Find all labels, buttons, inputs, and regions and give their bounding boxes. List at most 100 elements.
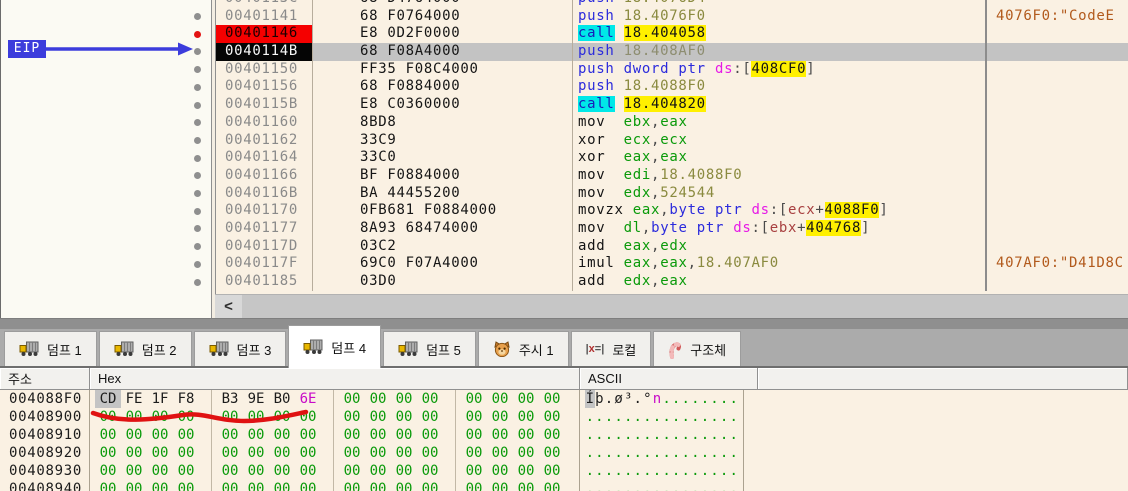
hex-byte[interactable]: 00 [95,480,121,491]
ascii-char[interactable]: . [633,480,643,491]
breakpoint-dot[interactable] [194,260,201,268]
ascii-char[interactable]: . [671,462,681,480]
ascii-char[interactable]: . [652,480,662,491]
hex-byte[interactable]: 00 [243,462,269,480]
ascii-char[interactable]: . [671,390,681,408]
breakpoint-dot[interactable] [194,190,201,197]
ascii-char[interactable]: . [585,462,595,480]
disasm-row[interactable]: 00401185 03D0 add edx,eax [216,273,1128,291]
hex-byte[interactable]: 00 [365,426,391,444]
hex-byte[interactable]: 00 [417,426,443,444]
hex-byte[interactable]: 00 [243,480,269,491]
hex-byte[interactable]: 00 [121,426,147,444]
ascii-char[interactable]: . [719,390,729,408]
hex-byte[interactable]: 00 [173,462,199,480]
horizontal-scrollbar[interactable]: < [215,294,1128,318]
ascii-char[interactable]: . [643,480,653,491]
ascii-char[interactable]: . [643,444,653,462]
breakpoint-dot[interactable] [194,207,201,215]
ascii-char[interactable]: . [691,444,701,462]
hex-byte[interactable]: 00 [391,444,417,462]
hex-byte[interactable]: 00 [339,462,365,480]
ascii-char[interactable]: . [595,444,605,462]
ascii-char[interactable]: . [700,408,710,426]
hex-byte[interactable]: 1F [147,390,173,408]
ascii-char[interactable]: . [614,444,624,462]
disasm-row[interactable]: 00401170 0FB681 F0884000 movzx eax,byte pt… [216,202,1128,220]
hex-byte[interactable]: 00 [513,390,539,408]
hex-byte[interactable]: 00 [461,426,487,444]
hex-byte[interactable]: 00 [269,462,295,480]
hex-byte[interactable]: 00 [217,444,243,462]
hex-byte[interactable]: 00 [121,462,147,480]
hex-byte[interactable]: 00 [539,408,565,426]
ascii-char[interactable]: . [691,390,701,408]
tab-로컬[interactable]: |x=| 로컬 [570,331,652,366]
ascii-char[interactable]: . [585,444,595,462]
ascii-char[interactable]: . [662,444,672,462]
hex-byte[interactable]: 00 [269,480,295,491]
hex-byte[interactable]: 00 [147,444,173,462]
tab-덤프-2[interactable]: 덤프 2 [98,331,192,366]
ascii-char[interactable]: . [595,480,605,491]
hex-byte[interactable]: 00 [487,408,513,426]
hex-byte[interactable]: 00 [269,408,295,426]
hex-byte[interactable]: 00 [513,408,539,426]
disasm-row[interactable]: 00401177 8A93 68474000 mov dl,byte ptr ds:… [216,219,1128,238]
hex-byte[interactable]: 00 [365,444,391,462]
ascii-char[interactable]: . [691,408,701,426]
hex-byte[interactable]: 6E [295,390,321,408]
breakpoint-dot[interactable] [194,154,201,162]
hex-byte[interactable]: 00 [513,480,539,491]
dump-row[interactable]: 00408920 00 00 00 00 00 00 00 00 00 00 00 00 00 00 00 00… [0,444,1128,462]
ascii-char[interactable]: ° [643,390,653,408]
disasm-row[interactable]: 00401156 68 F0884000 push 18.4088F0 [216,78,1128,97]
ascii-char[interactable]: . [729,462,739,480]
hex-byte[interactable]: 00 [95,426,121,444]
ascii-char[interactable]: . [710,426,720,444]
hex-byte[interactable]: 00 [339,480,365,491]
ascii-char[interactable]: . [710,390,720,408]
hex-byte[interactable]: 00 [461,480,487,491]
ascii-char[interactable]: . [691,426,701,444]
breakpoint-dot[interactable] [194,13,201,20]
breakpoint-dot[interactable] [194,30,201,38]
ascii-char[interactable]: . [643,426,653,444]
disasm-row[interactable]: 0040115B E8 C0360000 call 18.404820 [216,96,1128,114]
ascii-char[interactable]: . [585,408,595,426]
ascii-char[interactable]: . [710,408,720,426]
hex-byte[interactable]: 00 [217,408,243,426]
dump-row[interactable]: 00408940 00 00 00 00 00 00 00 00 00 00 00 00 00 00 00 00… [0,480,1128,491]
ascii-char[interactable]: . [604,390,614,408]
dump-row[interactable]: 00408930 00 00 00 00 00 00 00 00 00 00 00 00 00 00 00 00… [0,462,1128,480]
disasm-row[interactable]: 00401166 BF F0884000 mov edi,18.4088F0 [216,166,1128,185]
hex-byte[interactable]: 00 [539,390,565,408]
ascii-char[interactable]: . [652,426,662,444]
disasm-row[interactable]: 00401162 33C9 xor ecx,ecx [216,131,1128,150]
hex-byte[interactable]: 00 [243,444,269,462]
ascii-char[interactable]: . [710,462,720,480]
ascii-char[interactable]: . [729,426,739,444]
breakpoint-dot[interactable] [194,278,201,286]
hex-byte[interactable]: CD [95,390,121,408]
hex-byte[interactable]: 00 [487,480,513,491]
ascii-char[interactable]: . [662,390,672,408]
hex-byte[interactable]: 00 [539,462,565,480]
hex-byte[interactable]: 9E [243,390,269,408]
ascii-char[interactable]: . [681,480,691,491]
hex-byte[interactable]: 00 [95,408,121,426]
ascii-char[interactable]: . [595,408,605,426]
ascii-char[interactable]: . [633,426,643,444]
hex-byte[interactable]: 00 [417,480,443,491]
ascii-char[interactable]: . [585,426,595,444]
ascii-char[interactable]: n [652,390,662,408]
tab-덤프-1[interactable]: 덤프 1 [4,331,97,366]
ascii-char[interactable]: . [614,408,624,426]
ascii-char[interactable]: . [652,462,662,480]
hex-byte[interactable]: 00 [365,390,391,408]
hex-byte[interactable]: FE [121,390,147,408]
ascii-char[interactable]: . [623,480,633,491]
ascii-char[interactable]: . [681,444,691,462]
hex-byte[interactable]: 00 [295,444,321,462]
dump-row[interactable]: 00408900 00 00 00 00 00 00 00 00 00 00 00 00 00 00 00 00… [0,408,1128,426]
